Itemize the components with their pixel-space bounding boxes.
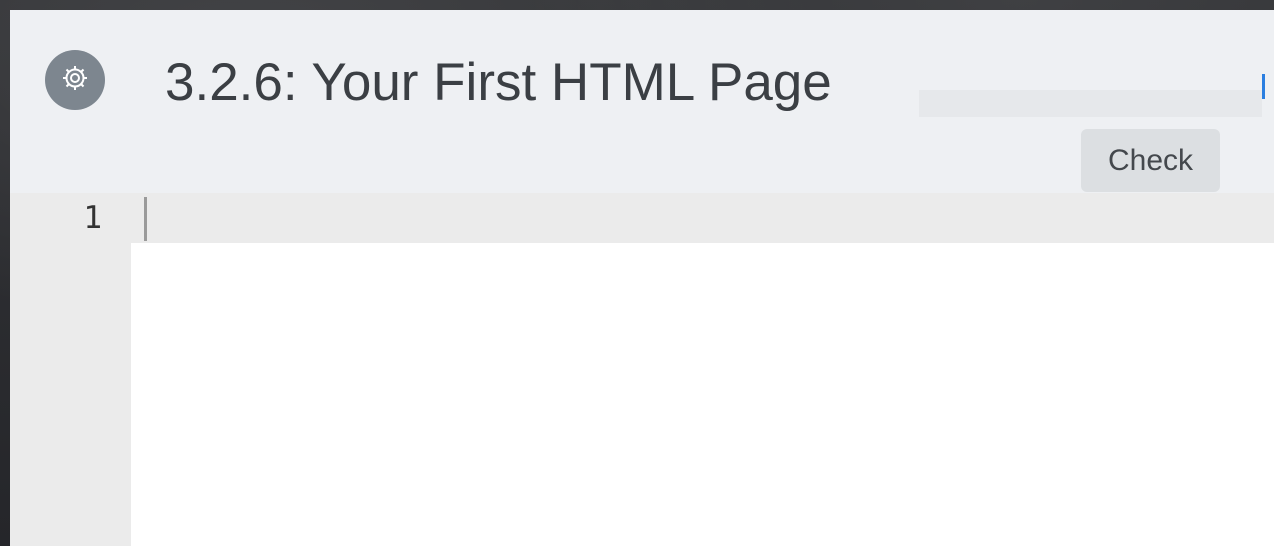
code-input-area[interactable] — [131, 193, 1274, 546]
page-title: 3.2.6: Your First HTML Page — [165, 53, 832, 112]
check-button[interactable]: Check — [1081, 129, 1220, 192]
title-underline-field — [919, 90, 1262, 117]
assignment-panel: 3.2.6: Your First HTML Page Check 1 — [10, 10, 1274, 546]
edge-accent-marker — [1262, 74, 1265, 99]
assignment-header: 3.2.6: Your First HTML Page Check — [10, 10, 1274, 193]
code-editor: 1 — [10, 193, 1274, 546]
gear-icon — [59, 62, 91, 99]
text-cursor — [144, 197, 147, 241]
line-number: 1 — [83, 200, 102, 236]
settings-button[interactable] — [45, 50, 105, 110]
line-number-gutter — [10, 193, 131, 546]
